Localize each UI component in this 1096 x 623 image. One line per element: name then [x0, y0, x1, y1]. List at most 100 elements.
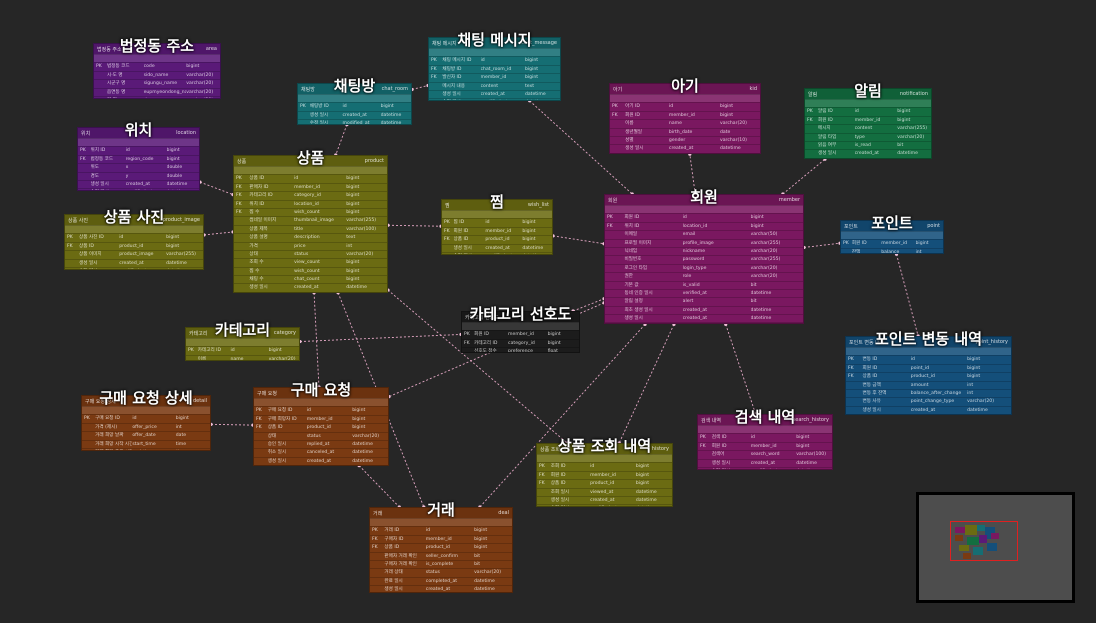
entity-field-row[interactable]: 메시지 content varchar(255) [805, 124, 931, 132]
relation-line[interactable] [210, 423, 254, 426]
entity-field-row[interactable]: PK 채팅방 ID id bigint [298, 102, 411, 110]
relation-line[interactable] [896, 254, 919, 337]
entity-field-row[interactable]: 읽음 여부 is_read bit [805, 140, 931, 149]
entity-field-row[interactable]: 생년월일 birth_date date [610, 127, 760, 136]
entity-field-row[interactable]: 로그인 타입 login_type varchar(20) [605, 263, 803, 272]
minimap-viewport[interactable] [950, 521, 1018, 561]
entity-field-row[interactable]: PK 검색 ID id bigint [698, 433, 832, 441]
entity-field-row[interactable]: 경도 y double [78, 171, 199, 180]
entity-field-row[interactable]: 수정 일시modified_atdatetime [537, 504, 672, 506]
entity-field-row[interactable]: PK 알림 ID id bigint [805, 107, 931, 115]
entity-field-row[interactable]: 수정 일시modified_atdatetime [698, 466, 832, 469]
entity-field-row[interactable]: 알림 설정 alert bit [605, 297, 803, 305]
entity-header[interactable]: 상품 조회 내역 history [537, 444, 672, 454]
entity-field-row[interactable]: 이메일 email varchar(50) [605, 230, 803, 238]
relation-line[interactable] [618, 324, 675, 444]
entity-field-row[interactable]: FK 구매 희망자 ID member_id bigint [254, 414, 388, 423]
entity-field-row[interactable]: 검색어 search_word varchar(100) [698, 450, 832, 458]
entity-field-row[interactable]: FK 상품 ID product_id bigint [537, 479, 672, 487]
entity-field-row[interactable]: 수정 일시modified_atdatetime [610, 152, 760, 154]
entity-field-row[interactable]: 생성 일시 created_at datetime [805, 149, 931, 157]
entity-field-row[interactable]: 거래 희망 시작 시간 start_time time [82, 439, 210, 448]
entity-field-row[interactable]: 썸네일 이미지 thumbnail_image varchar(255) [234, 216, 387, 224]
entity-header[interactable]: 검색 내역 search_history [698, 415, 832, 425]
entity-field-row[interactable]: 구매자 거래 확인 is_complete bit [370, 559, 512, 568]
entity-field-row[interactable]: FK 회원 ID member_id bigint [610, 110, 760, 119]
entity-field-row[interactable]: 변동 후 잔액 balance_after_change int [846, 388, 1011, 397]
entity-field-row[interactable]: 성별 gender varchar(10) [610, 135, 760, 144]
entity-field-row[interactable]: 알림 타입 type varchar(20) [805, 132, 931, 141]
entity-field-row[interactable]: 생성 일시 created_at datetime [442, 243, 552, 252]
entity-field-row[interactable]: 시·도 명 sido_name varchar(20) [94, 70, 220, 79]
entity-header[interactable]: 구매 요청 상세 detail [82, 396, 210, 406]
entity-member[interactable]: 회원 member PK 회원 ID id bigint FK 위치 ID location_i… [604, 194, 804, 325]
entity-field-row[interactable]: 생성 일시 created_at datetime [846, 405, 1011, 414]
entity-field-row[interactable]: FK 회원 ID member_id bigint [442, 226, 552, 235]
entity-field-row[interactable]: 리 명ri_namevarchar(20) [94, 95, 220, 98]
entity-field-row[interactable]: PK 상품 ID id bigint [234, 174, 387, 182]
entity-field-row[interactable]: 생성 일시 created_at datetime [698, 458, 832, 467]
entity-field-row[interactable]: 취소 일시 canceled_at datetime [254, 448, 388, 456]
entity-field-row[interactable]: PK 아기 ID id bigint [610, 102, 760, 110]
entity-field-row[interactable]: 이름 name varchar(20) [610, 119, 760, 127]
entity-header[interactable]: 포인트 point [841, 221, 943, 231]
entity-field-row[interactable]: FK 회원 ID point_id bigint [846, 363, 1011, 372]
entity-header[interactable]: 위치 location [78, 128, 199, 138]
entity-field-row[interactable]: 수정 일시modified_atdatetime [65, 266, 203, 269]
entity-field-row[interactable]: 수정 일시modified_atdatetime [298, 119, 411, 124]
entity-baby[interactable]: 아기 kid PK 아기 ID id bigint FK 회원 ID member_id bigi… [609, 83, 761, 155]
entity-field-row[interactable]: 생성 일시 created_at datetime [370, 585, 512, 592]
entity-search-history[interactable]: 검색 내역 search_history PK 검색 ID id bigint FK 회원 I… [697, 414, 833, 471]
entity-point[interactable]: 포인트 point PK 회원 ID member_id bigint 잔액 balance i… [840, 220, 944, 255]
entity-field-row[interactable]: PK 채팅 메시지 ID id bigint [429, 56, 560, 64]
minimap[interactable] [916, 492, 1075, 603]
entity-header[interactable]: 구매 요청 [254, 388, 388, 398]
relation-line[interactable] [803, 242, 841, 248]
relation-line[interactable] [387, 224, 442, 227]
entity-header[interactable]: 카테고리 category [186, 328, 299, 338]
relation-line[interactable] [299, 333, 462, 343]
entity-header[interactable]: 상품 사진 product_image [65, 215, 203, 225]
entity-wish[interactable]: 찜 wish_list PK 찜 ID id bigint FK 회원 ID member_id… [441, 199, 553, 256]
entity-field-row[interactable]: PK 구매 요청 ID id bigint [254, 406, 388, 414]
entity-field-row[interactable]: FK 발신자 ID member_id bigint [429, 73, 560, 81]
entity-field-row[interactable]: 이름 name varchar(20) [186, 354, 299, 360]
entity-field-row[interactable]: 동네 인증 일시 verified_at datetime [605, 288, 803, 297]
entity-purchase-request[interactable]: 구매 요청 PK 구매 요청 ID id bigint FK 구매 희망자 ID member… [253, 387, 389, 466]
relation-line[interactable] [199, 181, 234, 196]
entity-field-row[interactable]: FK 카테고리 ID category_id bigint [234, 191, 387, 199]
entity-field-row[interactable]: 변동 사유 point_change_type varchar(20) [846, 397, 1011, 405]
entity-field-row[interactable]: 가격 (제시) offer_price int [82, 422, 210, 431]
entity-field-row[interactable]: PK 카테고리 ID id bigint [186, 346, 299, 354]
entity-field-row[interactable]: 조회 일시 viewed_at datetime [537, 487, 672, 496]
entity-field-row[interactable]: 수정 일시modified_atdatetime [234, 292, 387, 293]
entity-header[interactable]: 법정동 주소 area [94, 44, 220, 54]
entity-field-row[interactable]: 기본 값 is_valid bit [605, 280, 803, 289]
entity-field-row[interactable]: 시군구 명 sigungu_name varchar(20) [94, 79, 220, 87]
entity-field-row[interactable]: FK 위치 ID location_id bigint [234, 199, 387, 208]
entity-field-row[interactable]: 채팅 수 chat_count bigint [234, 275, 387, 283]
entity-point-history[interactable]: 포인트 변동 내역 point_history PK 변동 ID id bigint FK 회… [845, 336, 1012, 415]
entity-product-view[interactable]: 상품 조회 내역 history PK 조회 ID id bigint FK 회원 ID mem… [536, 443, 673, 507]
entity-field-row[interactable]: 판매자 거래 확인 seller_confirm bit [370, 551, 512, 560]
relation-line[interactable] [725, 324, 757, 415]
entity-header[interactable]: 포인트 변동 내역 point_history [846, 337, 1011, 347]
entity-field-row[interactable]: 상태 status varchar(20) [254, 431, 388, 440]
entity-field-row[interactable]: 수정 일시modified_atdatetime [605, 322, 803, 324]
entity-field-row[interactable]: 생성 일시 created_at datetime [254, 456, 388, 465]
entity-field-row[interactable]: PK 위치 ID id bigint [78, 146, 199, 154]
entity-field-row[interactable]: FK 회원 ID member_id bigint [805, 115, 931, 124]
entity-field-row[interactable]: FK 회원 ID member_id bigint [537, 470, 672, 479]
entity-field-row[interactable]: 거래 희망 날짜 offer_date date [82, 431, 210, 439]
relation-line[interactable] [689, 154, 696, 195]
entity-field-row[interactable]: FK 상품 ID product_id bigint [254, 423, 388, 431]
entity-field-row[interactable]: 최초 생성 일시 created_at datetime [605, 305, 803, 314]
relation-line[interactable] [335, 124, 348, 156]
entity-field-row[interactable]: PK 회원 ID id bigint [605, 213, 803, 221]
entity-field-row[interactable]: 생성 일시 created_at datetime [234, 283, 387, 291]
entity-field-row[interactable]: FK 상품 ID product_id bigint [442, 235, 552, 243]
entity-field-row[interactable]: 생성 일시 created_at datetime [78, 179, 199, 188]
entity-field-row[interactable]: 승인 일시 replied_at datetime [254, 439, 388, 448]
entity-field-row[interactable]: 권한 role varchar(20) [605, 272, 803, 280]
entity-field-row[interactable]: 가격 price int [234, 241, 387, 250]
